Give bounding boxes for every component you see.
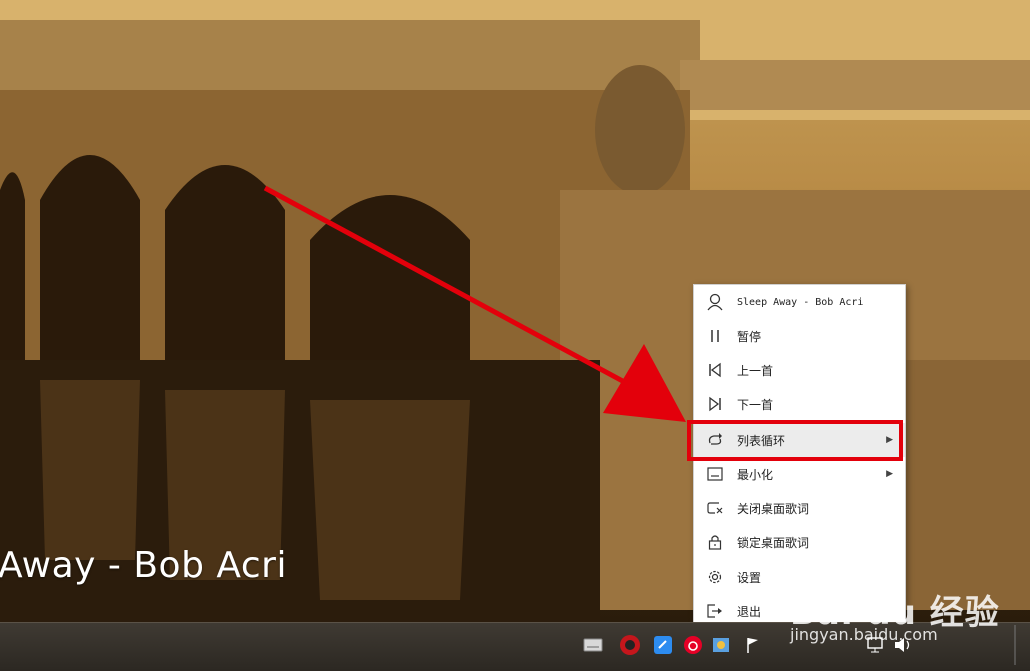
menu-item-lock-lyrics[interactable]: 锁定桌面歌词 xyxy=(694,525,905,559)
show-desktop-button[interactable] xyxy=(1008,625,1028,665)
exit-icon xyxy=(705,601,725,621)
music-player-tray-icon[interactable] xyxy=(617,632,643,658)
menu-item-previous[interactable]: 上一首 xyxy=(694,353,905,387)
person-icon xyxy=(705,292,725,312)
submenu-arrow-icon: ▶ xyxy=(886,469,893,479)
menu-item-close-lyrics[interactable]: 关闭桌面歌词 xyxy=(694,491,905,525)
menu-item-label: 暂停 xyxy=(737,329,762,344)
menu-item-label: 退出 xyxy=(737,604,762,619)
desktop-lyric: Away - Bob Acri xyxy=(0,545,287,586)
menu-item-label: 上一首 xyxy=(737,363,774,378)
menu-item-pause[interactable]: 暂停 xyxy=(694,319,905,353)
menu-item-label: 设置 xyxy=(737,570,762,585)
pause-icon xyxy=(705,326,725,346)
lock-icon xyxy=(705,532,725,552)
action-center-flag-icon[interactable] xyxy=(740,632,766,658)
chat-app-tray-icon[interactable] xyxy=(650,632,676,658)
app-tray-icon[interactable] xyxy=(708,632,734,658)
minimize-icon xyxy=(705,464,725,484)
annotation-highlight-box xyxy=(687,420,903,461)
watermark-url: jingyan.baidu.com xyxy=(790,625,938,644)
close-lyrics-icon xyxy=(705,498,725,518)
menu-item-minimize[interactable]: 最小化 ▶ xyxy=(694,457,905,491)
menu-item-label: 锁定桌面歌词 xyxy=(737,535,810,550)
keyboard-icon[interactable] xyxy=(580,632,606,658)
menu-item-now-playing[interactable]: Sleep Away - Bob Acri xyxy=(694,285,905,319)
netease-music-tray-icon[interactable] xyxy=(680,632,706,658)
menu-item-label: 最小化 xyxy=(737,467,774,482)
menu-item-label: Sleep Away - Bob Acri xyxy=(737,296,864,308)
menu-item-next[interactable]: 下一首 xyxy=(694,387,905,421)
next-track-icon xyxy=(705,394,725,414)
menu-item-label: 下一首 xyxy=(737,397,774,412)
gear-icon xyxy=(705,567,725,587)
previous-track-icon xyxy=(705,360,725,380)
menu-item-label: 关闭桌面歌词 xyxy=(737,501,810,516)
